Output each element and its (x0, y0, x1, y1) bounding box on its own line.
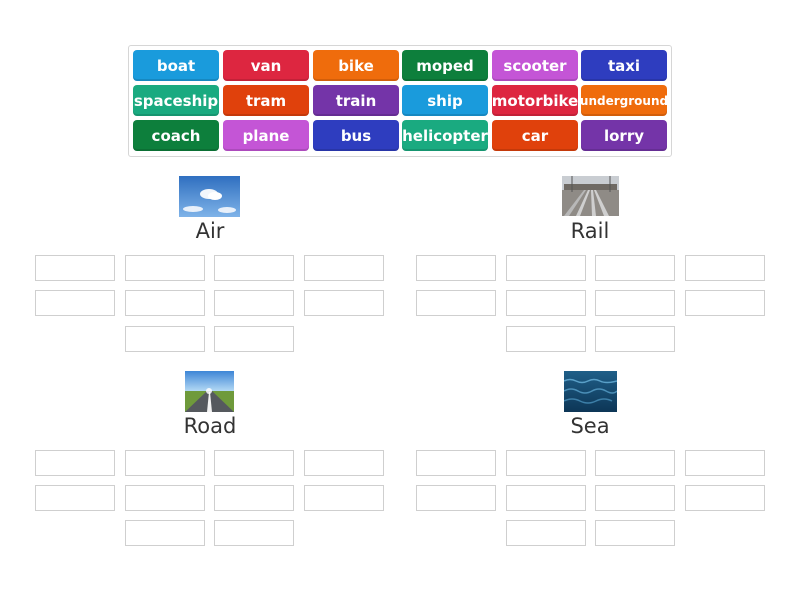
tile-ship[interactable]: ship (402, 85, 488, 116)
drop-slot[interactable] (506, 255, 586, 281)
drop-slot[interactable] (506, 520, 586, 546)
drop-slot[interactable] (125, 450, 205, 476)
tile-train[interactable]: train (313, 85, 399, 116)
drop-slot[interactable] (214, 255, 294, 281)
tile-plane[interactable]: plane (223, 120, 309, 151)
drop-slot[interactable] (214, 290, 294, 316)
drop-slot[interactable] (35, 255, 115, 281)
drop-slot[interactable] (416, 255, 496, 281)
drop-slot[interactable] (595, 520, 675, 546)
tile-helicopter[interactable]: helicopter (402, 120, 488, 151)
drop-slot[interactable] (506, 450, 586, 476)
tile-van[interactable]: van (223, 50, 309, 81)
tile-spaceship[interactable]: spaceship (133, 85, 219, 116)
drop-slot[interactable] (304, 290, 384, 316)
drop-slot[interactable] (125, 255, 205, 281)
railway-image (562, 176, 619, 216)
drop-slot[interactable] (685, 255, 765, 281)
tile-motorbike[interactable]: motorbike (492, 85, 578, 116)
drop-slot[interactable] (506, 326, 586, 352)
drop-slot[interactable] (506, 485, 586, 511)
tile-scooter[interactable]: scooter (492, 50, 578, 81)
tile-coach[interactable]: coach (133, 120, 219, 151)
drop-slot[interactable] (595, 255, 675, 281)
tile-taxi[interactable]: taxi (581, 50, 667, 81)
group-title-road: Road (183, 414, 237, 438)
drop-slot[interactable] (685, 450, 765, 476)
tile-boat[interactable]: boat (133, 50, 219, 81)
drop-slot[interactable] (595, 450, 675, 476)
word-bank: boat van bike moped scooter taxi spacesh… (128, 45, 672, 157)
drop-slot[interactable] (35, 290, 115, 316)
drop-slot[interactable] (416, 450, 496, 476)
drop-slot[interactable] (506, 290, 586, 316)
drop-slot[interactable] (416, 485, 496, 511)
drop-slot[interactable] (304, 255, 384, 281)
drop-slot[interactable] (685, 485, 765, 511)
tile-lorry[interactable]: lorry (581, 120, 667, 151)
drop-slot[interactable] (595, 326, 675, 352)
sea-image (564, 371, 617, 412)
drop-slot[interactable] (35, 485, 115, 511)
group-title-rail: Rail (570, 219, 610, 243)
drop-slot[interactable] (125, 290, 205, 316)
tile-moped[interactable]: moped (402, 50, 488, 81)
tile-car[interactable]: car (492, 120, 578, 151)
tile-underground[interactable]: underground (580, 85, 668, 116)
drop-slot[interactable] (35, 450, 115, 476)
drop-slot[interactable] (595, 485, 675, 511)
drop-slot[interactable] (214, 520, 294, 546)
drop-slot[interactable] (416, 290, 496, 316)
sky-image (179, 176, 240, 217)
drop-slot[interactable] (214, 485, 294, 511)
drop-slot[interactable] (125, 326, 205, 352)
drop-slot[interactable] (214, 326, 294, 352)
drop-slot[interactable] (125, 520, 205, 546)
tile-tram[interactable]: tram (223, 85, 309, 116)
tile-bike[interactable]: bike (313, 50, 399, 81)
drop-slot[interactable] (214, 450, 294, 476)
drop-slot[interactable] (685, 290, 765, 316)
tile-bus[interactable]: bus (313, 120, 399, 151)
group-title-sea: Sea (570, 414, 610, 438)
group-title-air: Air (195, 219, 225, 243)
drop-slot[interactable] (595, 290, 675, 316)
drop-slot[interactable] (304, 450, 384, 476)
drop-slot[interactable] (125, 485, 205, 511)
drop-slot[interactable] (304, 485, 384, 511)
road-image (185, 371, 234, 412)
